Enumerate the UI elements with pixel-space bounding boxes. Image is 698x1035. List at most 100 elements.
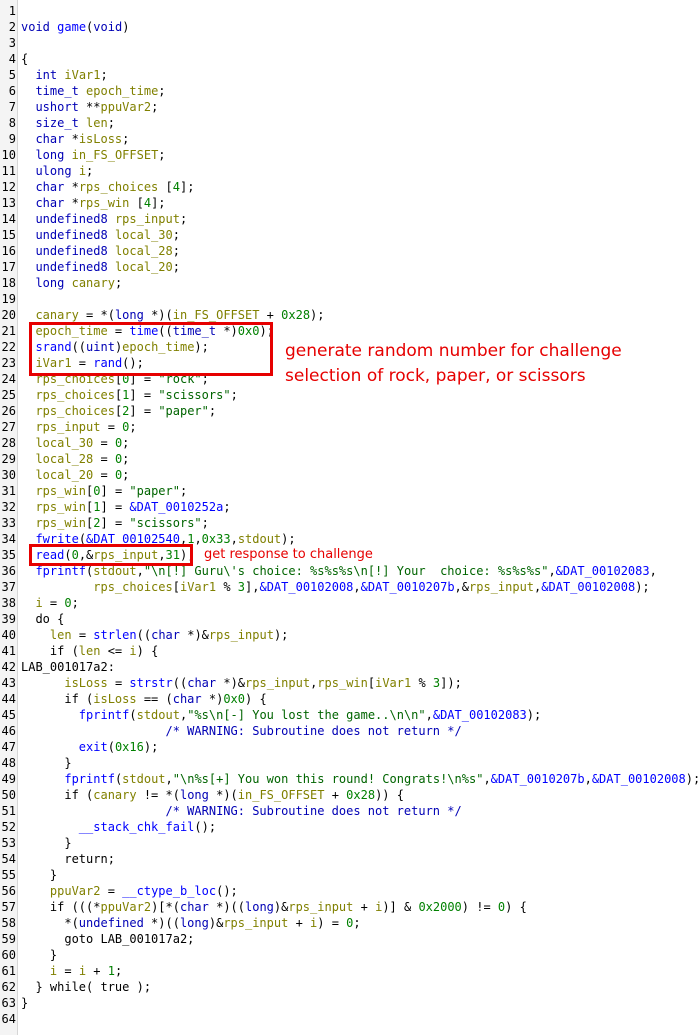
code-line[interactable]: 26 rps_choices[2] = "paper"; <box>0 403 698 419</box>
code-line[interactable]: 19 <box>0 291 698 307</box>
code-text[interactable]: rps_choices[iVar1 % 3],&DAT_00102008,&DA… <box>21 579 649 595</box>
code-text[interactable]: fprintf(stdout,"\n%s[+] You won this rou… <box>21 771 698 787</box>
code-line[interactable]: 49 fprintf(stdout,"\n%s[+] You won this … <box>0 771 698 787</box>
code-line[interactable]: 41 if (len <= i) { <box>0 643 698 659</box>
code-line[interactable]: 44 if (isLoss == (char *)0x0) { <box>0 691 698 707</box>
code-text[interactable]: canary = *(long *)(in_FS_OFFSET + 0x28); <box>21 307 324 323</box>
decompiler-code-view[interactable]: 1 2 void game(void) 3 4{5 int iVar1; 6 time_t… <box>0 0 698 1035</box>
code-text[interactable]: long canary; <box>21 275 122 291</box>
code-line[interactable]: 57 if (((*ppuVar2)[*(char *)((long)&rps_… <box>0 899 698 915</box>
code-line[interactable]: 42 LAB_001017a2: <box>0 659 698 675</box>
code-line[interactable]: 50 if (canary != *(long *)(in_FS_OFFSET … <box>0 787 698 803</box>
code-line[interactable]: 9 char *isLoss; <box>0 131 698 147</box>
code-line[interactable]: 28 local_30 = 0; <box>0 435 698 451</box>
code-line[interactable]: 61 i = i + 1; <box>0 963 698 979</box>
code-text[interactable]: { <box>21 51 28 67</box>
code-text[interactable]: /* WARNING: Subroutine does not return *… <box>21 803 461 819</box>
code-text[interactable]: do { <box>21 611 64 627</box>
code-text[interactable]: rps_choices[2] = "paper"; <box>21 403 216 419</box>
code-line[interactable]: 58 *(undefined *)((long)&rps_input + i) … <box>0 915 698 931</box>
code-line[interactable]: 7 ushort **ppuVar2; <box>0 99 698 115</box>
code-line[interactable]: 55 } <box>0 867 698 883</box>
code-text[interactable]: if (canary != *(long *)(in_FS_OFFSET + 0… <box>21 787 404 803</box>
code-line[interactable]: 6 time_t epoch_time; <box>0 83 698 99</box>
code-text[interactable]: if (isLoss == (char *)0x0) { <box>21 691 266 707</box>
code-line[interactable]: 48 } <box>0 755 698 771</box>
code-text[interactable]: local_28 = 0; <box>21 451 129 467</box>
code-line[interactable]: 16 undefined8 local_28; <box>0 243 698 259</box>
code-text[interactable]: rps_win[2] = "scissors"; <box>21 515 208 531</box>
code-text[interactable]: goto LAB_001017a2; <box>21 931 194 947</box>
code-text[interactable]: i = 0; <box>21 595 78 611</box>
code-text[interactable]: undefined8 local_20; <box>21 259 180 275</box>
code-line[interactable]: 2 void game(void) <box>0 19 698 35</box>
code-text[interactable]: local_20 = 0; <box>21 467 129 483</box>
code-line[interactable]: 25 rps_choices[1] = "scissors"; <box>0 387 698 403</box>
code-text[interactable]: int iVar1; <box>21 67 107 83</box>
code-text[interactable]: ushort **ppuVar2; <box>21 99 158 115</box>
code-text[interactable]: /* WARNING: Subroutine does not return *… <box>21 723 461 739</box>
code-text[interactable]: } <box>21 867 57 883</box>
code-text[interactable]: } <box>21 755 71 771</box>
code-text[interactable]: exit(0x16); <box>21 739 159 755</box>
code-text[interactable]: void game(void) <box>21 19 129 35</box>
code-text[interactable]: isLoss = strstr((char *)&rps_input,rps_w… <box>21 675 461 691</box>
code-text[interactable]: rps_input = 0; <box>21 419 136 435</box>
code-text[interactable]: char *rps_win [4]; <box>21 195 165 211</box>
code-line[interactable]: 5 int iVar1; <box>0 67 698 83</box>
code-text[interactable]: size_t len; <box>21 115 115 131</box>
code-line[interactable]: 40 len = strlen((char *)&rps_input); <box>0 627 698 643</box>
code-text[interactable]: time_t epoch_time; <box>21 83 165 99</box>
code-text[interactable]: } <box>21 995 28 1011</box>
code-line[interactable]: 27 rps_input = 0; <box>0 419 698 435</box>
code-line[interactable]: 37 rps_choices[iVar1 % 3],&DAT_00102008,… <box>0 579 698 595</box>
code-line[interactable]: 18 long canary; <box>0 275 698 291</box>
code-text[interactable]: undefined8 local_30; <box>21 227 180 243</box>
code-line[interactable]: 38 i = 0; <box>0 595 698 611</box>
code-line[interactable]: 14 undefined8 rps_input; <box>0 211 698 227</box>
code-text[interactable]: } while( true ); <box>21 979 151 995</box>
code-text[interactable]: } <box>21 947 57 963</box>
code-line[interactable]: 20 canary = *(long *)(in_FS_OFFSET + 0x2… <box>0 307 698 323</box>
code-text[interactable]: } <box>21 835 71 851</box>
code-text[interactable]: fprintf(stdout,"%s\n[-] You lost the gam… <box>21 707 541 723</box>
code-line[interactable]: 54 return; <box>0 851 698 867</box>
code-text[interactable]: if (((*ppuVar2)[*(char *)((long)&rps_inp… <box>21 899 527 915</box>
code-text[interactable]: *(undefined *)((long)&rps_input + i) = 0… <box>21 915 360 931</box>
code-text[interactable]: i = i + 1; <box>21 963 122 979</box>
code-line[interactable]: 59 goto LAB_001017a2; <box>0 931 698 947</box>
code-text[interactable]: rps_win[0] = "paper"; <box>21 483 187 499</box>
code-line[interactable]: 33 rps_win[2] = "scissors"; <box>0 515 698 531</box>
code-line[interactable]: 32 rps_win[1] = &DAT_0010252a; <box>0 499 698 515</box>
code-text[interactable]: __stack_chk_fail(); <box>21 819 216 835</box>
code-line[interactable]: 3 <box>0 35 698 51</box>
code-line[interactable]: 63} <box>0 995 698 1011</box>
code-line[interactable]: 17 undefined8 local_20; <box>0 259 698 275</box>
code-line[interactable]: 13 char *rps_win [4]; <box>0 195 698 211</box>
code-line[interactable]: 8 size_t len; <box>0 115 698 131</box>
code-line[interactable]: 15 undefined8 local_30; <box>0 227 698 243</box>
code-line[interactable]: 64 <box>0 1011 698 1027</box>
code-text[interactable]: rps_choices[1] = "scissors"; <box>21 387 237 403</box>
code-line[interactable]: 56 ppuVar2 = __ctype_b_loc(); <box>0 883 698 899</box>
code-text[interactable]: len = strlen((char *)&rps_input); <box>21 627 288 643</box>
code-text[interactable]: ppuVar2 = __ctype_b_loc(); <box>21 883 238 899</box>
code-line[interactable]: 10 long in_FS_OFFSET; <box>0 147 698 163</box>
code-text[interactable]: LAB_001017a2: <box>21 659 115 675</box>
code-line[interactable]: 62 } while( true ); <box>0 979 698 995</box>
code-text[interactable]: if (len <= i) { <box>21 643 158 659</box>
code-line[interactable]: 4{ <box>0 51 698 67</box>
code-line[interactable]: 12 char *rps_choices [4]; <box>0 179 698 195</box>
code-line[interactable]: 30 local_20 = 0; <box>0 467 698 483</box>
code-line[interactable]: 52 __stack_chk_fail(); <box>0 819 698 835</box>
code-line[interactable]: 51 /* WARNING: Subroutine does not retur… <box>0 803 698 819</box>
code-line[interactable]: 1 <box>0 3 698 19</box>
code-text[interactable]: local_30 = 0; <box>21 435 129 451</box>
code-line[interactable]: 39 do { <box>0 611 698 627</box>
code-text[interactable]: undefined8 rps_input; <box>21 211 187 227</box>
code-line[interactable]: 46 /* WARNING: Subroutine does not retur… <box>0 723 698 739</box>
code-text[interactable]: undefined8 local_28; <box>21 243 180 259</box>
code-text[interactable]: rps_win[1] = &DAT_0010252a; <box>21 499 230 515</box>
code-text[interactable]: char *isLoss; <box>21 131 129 147</box>
code-line[interactable]: 11 ulong i; <box>0 163 698 179</box>
